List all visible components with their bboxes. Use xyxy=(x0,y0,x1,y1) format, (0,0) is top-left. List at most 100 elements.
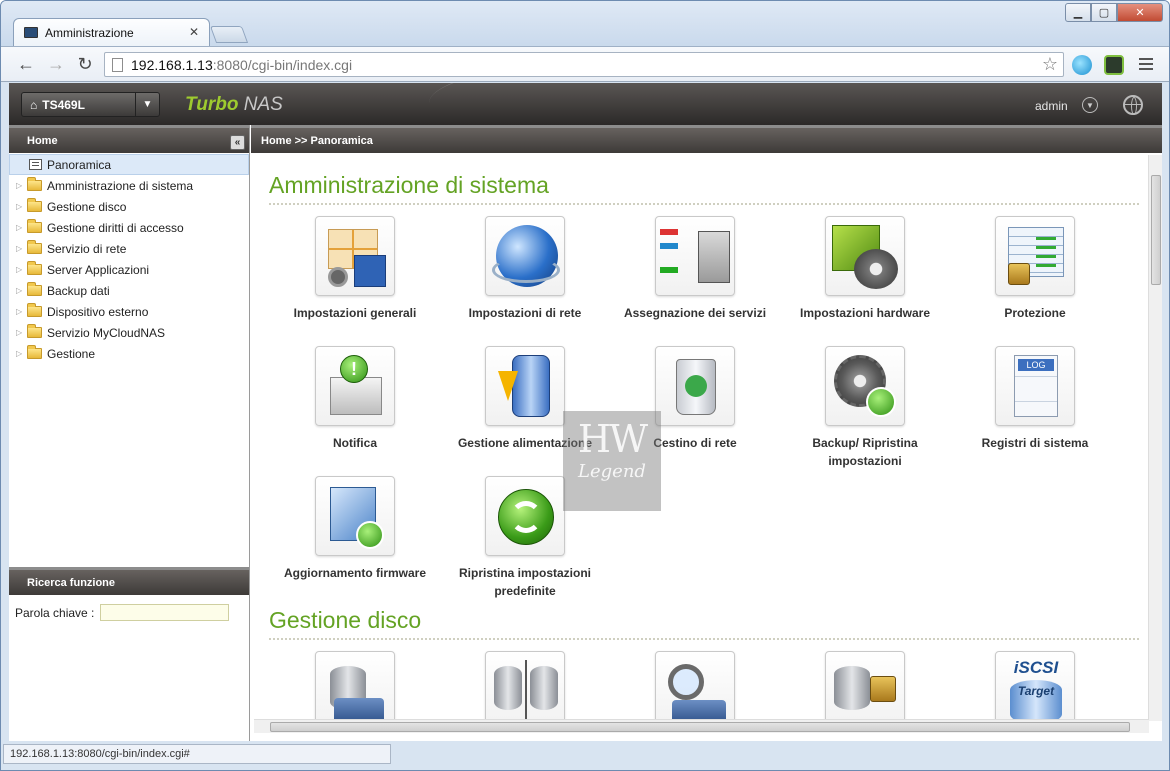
expand-icon[interactable]: ▷ xyxy=(16,265,22,274)
disk-volume-icon xyxy=(315,651,395,719)
maximize-button[interactable]: ▢ xyxy=(1091,3,1117,22)
sidebar-item-system-admin[interactable]: ▷ Amministrazione di sistema xyxy=(9,175,249,196)
tile-label: Impostazioni di rete xyxy=(468,306,582,320)
page-icon xyxy=(112,58,123,72)
sidebar-item-gestione[interactable]: ▷ Gestione xyxy=(9,343,249,364)
tile-disk-3[interactable] xyxy=(610,651,780,719)
sidebar-item-app-server[interactable]: ▷ Server Applicazioni xyxy=(9,259,249,280)
tile-system-logs[interactable]: LOG Registri di sistema xyxy=(950,346,1120,452)
tile-security[interactable]: Protezione xyxy=(950,216,1120,322)
sidebar-item-label: Servizio MyCloudNAS xyxy=(47,325,166,340)
folder-icon xyxy=(27,261,42,275)
chevron-down-icon[interactable]: ▼ xyxy=(135,93,159,116)
close-window-button[interactable]: ✕ xyxy=(1117,3,1163,22)
section-title-system-admin: Amministrazione di sistema xyxy=(269,172,1139,205)
status-url: 192.168.1.13:8080/cgi-bin/index.cgi# xyxy=(3,744,391,764)
iscsi-target-icon: iSCSI Target xyxy=(995,651,1075,719)
expand-icon[interactable]: ▷ xyxy=(16,307,22,316)
folder-icon xyxy=(27,177,42,191)
bookmark-star-icon[interactable]: ☆ xyxy=(1042,54,1058,75)
folder-icon xyxy=(27,324,42,338)
main-panel: Home >> Panoramica Amministrazione di si… xyxy=(251,125,1162,741)
vertical-scrollbar[interactable] xyxy=(1148,155,1162,721)
expand-icon[interactable]: ▷ xyxy=(16,202,22,211)
target-text: Target xyxy=(1010,680,1062,719)
sidebar-item-label: Dispositivo esterno xyxy=(47,304,149,319)
sidebar-item-label: Servizio di rete xyxy=(47,241,127,256)
restore-defaults-icon xyxy=(485,476,565,556)
folder-icon xyxy=(27,198,42,212)
sidebar-item-panoramica[interactable]: Panoramica xyxy=(9,154,249,175)
tile-network-settings[interactable]: Impostazioni di rete xyxy=(440,216,610,322)
url-path: :8080/cgi-bin/index.cgi xyxy=(212,56,353,73)
browser-tab[interactable]: Amministrazione ✕ xyxy=(13,18,210,46)
folder-icon xyxy=(27,282,42,296)
firmware-update-icon xyxy=(315,476,395,556)
tile-disk-4[interactable] xyxy=(780,651,950,719)
sidebar-header: Home « xyxy=(9,125,249,153)
horizontal-scrollbar[interactable] xyxy=(254,719,1149,733)
expand-icon[interactable]: ▷ xyxy=(16,181,22,190)
user-dropdown-icon[interactable]: ▼ xyxy=(1082,97,1098,113)
device-selector[interactable]: ⌂ TS469L ▼ xyxy=(21,92,160,117)
status-bar: 192.168.1.13:8080/cgi-bin/index.cgi# xyxy=(1,741,1169,770)
browser-toolbar: ← → ↻ 192.168.1.13:8080/cgi-bin/index.cg… xyxy=(1,46,1169,82)
expand-icon[interactable]: ▷ xyxy=(16,349,22,358)
sidebar-item-access-rights[interactable]: ▷ Gestione diritti di accesso xyxy=(9,217,249,238)
network-globe-icon xyxy=(485,216,565,296)
forward-arrow-icon[interactable]: → xyxy=(45,53,67,75)
disk-encryption-icon xyxy=(825,651,905,719)
expand-icon[interactable]: ▷ xyxy=(16,223,22,232)
iscsi-text: iSCSI xyxy=(1013,658,1059,677)
tile-hardware-settings[interactable]: Impostazioni hardware xyxy=(780,216,950,322)
tile-backup-restore[interactable]: Backup/ Ripristina impostazioni xyxy=(780,346,950,470)
tile-general-settings[interactable]: Impostazioni generali xyxy=(270,216,440,322)
sidebar-title: Home xyxy=(27,134,58,147)
globe-icon[interactable] xyxy=(1123,95,1143,115)
expand-icon[interactable]: ▷ xyxy=(16,328,22,337)
url-host: 192.168.1.13 xyxy=(131,56,213,73)
tile-label: Assegnazione dei servizi xyxy=(623,306,767,320)
tile-firmware-update[interactable]: Aggiornamento firmware xyxy=(270,476,440,582)
sidebar: Home « Panoramica ▷ Amministrazione di si… xyxy=(9,125,250,741)
minimize-button[interactable]: ▁ xyxy=(1065,3,1091,22)
extension-check-icon[interactable] xyxy=(1104,55,1124,75)
sidebar-item-label: Panoramica xyxy=(47,157,112,172)
expand-icon[interactable]: ▷ xyxy=(16,286,22,295)
collapse-icon[interactable]: « xyxy=(230,135,245,150)
reload-icon[interactable]: ↻ xyxy=(74,53,96,75)
tab-close-icon[interactable]: ✕ xyxy=(189,25,199,39)
brand-nas: NAS xyxy=(243,94,283,115)
back-arrow-icon[interactable]: ← xyxy=(15,53,37,75)
tile-iscsi[interactable]: iSCSI Target xyxy=(950,651,1120,719)
keyword-input[interactable] xyxy=(100,604,230,621)
tile-disk-2[interactable] xyxy=(440,651,610,719)
sidebar-item-mycloudnas[interactable]: ▷ Servizio MyCloudNAS xyxy=(9,322,249,343)
sidebar-item-disk[interactable]: ▷ Gestione disco xyxy=(9,196,249,217)
tile-service-binding[interactable]: Assegnazione dei servizi xyxy=(610,216,780,322)
skype-extension-icon[interactable] xyxy=(1072,55,1092,75)
watermark-small: Legend xyxy=(578,461,646,482)
tile-disk-1[interactable] xyxy=(270,651,440,719)
menu-icon[interactable] xyxy=(1139,56,1153,72)
tab-title: Amministrazione xyxy=(45,25,134,40)
sidebar-item-external-device[interactable]: ▷ Dispositivo esterno xyxy=(9,301,249,322)
nas-header: ⌂ TS469L ▼ Turbo NAS admin ▼ xyxy=(9,83,1162,125)
new-tab-button[interactable] xyxy=(209,26,249,43)
tile-label: Ripristina impostazioni predefinite xyxy=(458,566,591,598)
recycle-bin-icon xyxy=(655,346,735,426)
tile-notification[interactable]: ! Notifica xyxy=(270,346,440,452)
power-battery-icon xyxy=(485,346,565,426)
tile-label: Notifica xyxy=(332,436,377,450)
function-search-panel: Ricerca funzione Parola chiave : xyxy=(9,567,249,630)
keyword-label: Parola chiave : xyxy=(15,605,95,620)
expand-icon[interactable]: ▷ xyxy=(16,244,22,253)
address-bar[interactable]: 192.168.1.13:8080/cgi-bin/index.cgi ☆ xyxy=(104,52,1064,77)
sidebar-item-label: Gestione xyxy=(47,346,96,361)
security-lock-icon xyxy=(995,216,1075,296)
sidebar-item-backup[interactable]: ▷ Backup dati xyxy=(9,280,249,301)
sidebar-item-network-service[interactable]: ▷ Servizio di rete xyxy=(9,238,249,259)
system-logs-icon: LOG xyxy=(995,346,1075,426)
sidebar-item-label: Server Applicazioni xyxy=(47,262,150,277)
folder-icon xyxy=(27,219,42,233)
